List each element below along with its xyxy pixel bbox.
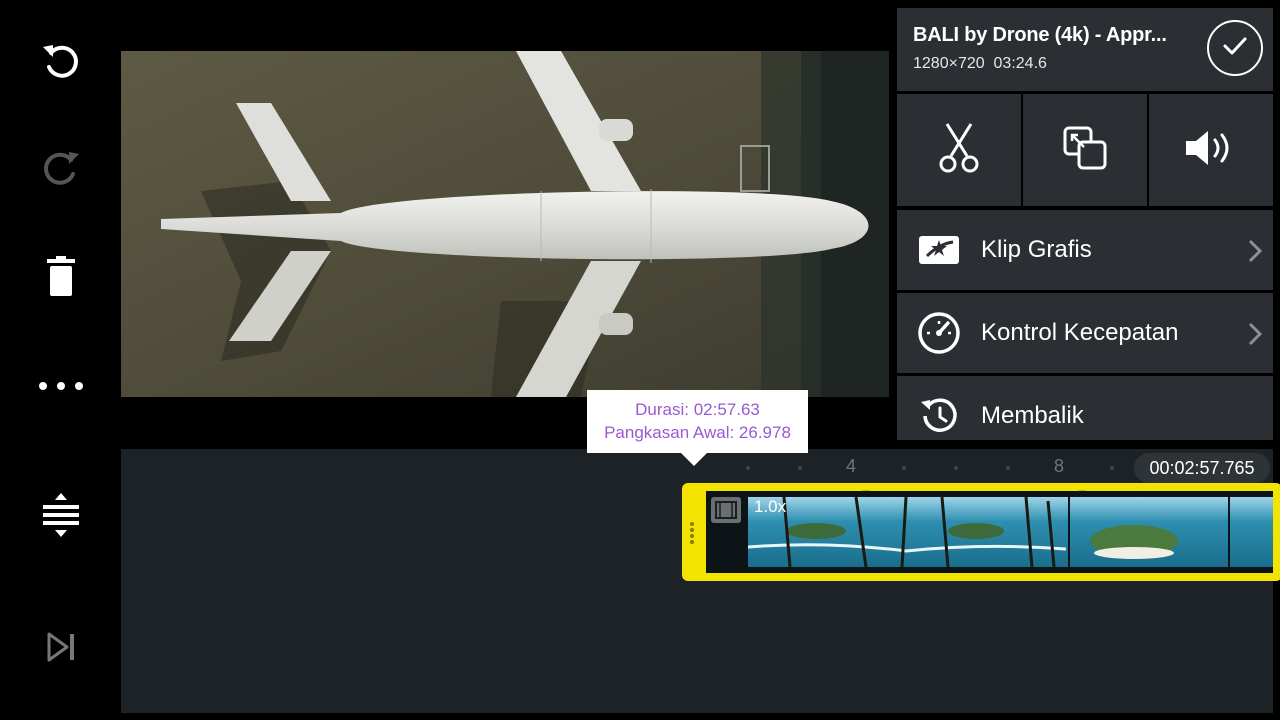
crop-button[interactable] bbox=[1023, 94, 1147, 206]
trim-tooltip: Durasi: 02:57.63 Pangkasan Awal: 26.978 bbox=[587, 390, 808, 453]
undo-icon bbox=[39, 39, 83, 83]
clip-graphics-icon bbox=[917, 228, 961, 272]
more-icon bbox=[38, 380, 84, 392]
ruler-tick bbox=[954, 466, 958, 470]
chevron-right-icon bbox=[1247, 238, 1263, 269]
ruler-tick bbox=[1110, 466, 1114, 470]
menu-item-klip-grafis[interactable]: Klip Grafis bbox=[897, 210, 1273, 290]
skip-to-end-icon bbox=[46, 632, 76, 662]
video-frame[interactable] bbox=[121, 51, 889, 397]
skip-to-end-button[interactable] bbox=[20, 612, 102, 682]
menu-label-membalik: Membalik bbox=[981, 402, 1084, 429]
crop-icon bbox=[1062, 125, 1108, 176]
done-button[interactable] bbox=[1207, 20, 1263, 76]
tooltip-trim-start: Pangkasan Awal: 26.978 bbox=[604, 423, 791, 442]
reverse-icon bbox=[917, 394, 961, 438]
ruler-tick bbox=[902, 466, 906, 470]
timecode-badge: 00:02:57.765 bbox=[1134, 453, 1270, 483]
check-icon bbox=[1221, 32, 1249, 65]
ruler-tick bbox=[1006, 466, 1010, 470]
clip-resolution: 1280×720 bbox=[913, 55, 985, 72]
clip-speed-label: 1.0x bbox=[754, 497, 787, 516]
split-button[interactable] bbox=[897, 94, 1021, 206]
volume-button[interactable] bbox=[1149, 94, 1273, 206]
clip-title: BALI by Drone (4k) - Appr... bbox=[913, 24, 1167, 46]
chevron-right-icon bbox=[1247, 321, 1263, 352]
trim-handle-icon[interactable] bbox=[688, 521, 696, 550]
undo-button[interactable] bbox=[20, 26, 102, 96]
more-button[interactable] bbox=[20, 351, 102, 421]
expand-timeline-button[interactable] bbox=[20, 480, 102, 550]
clip-meta: 1280×720 03:24.6 bbox=[913, 55, 1047, 73]
volume-icon bbox=[1184, 128, 1238, 173]
clip-thumbnail-strip bbox=[706, 491, 1273, 573]
ruler-tick bbox=[746, 466, 750, 470]
delete-button[interactable] bbox=[20, 242, 102, 312]
clip-thumbnails: 1.0x bbox=[706, 491, 1273, 573]
video-frame-image bbox=[121, 51, 889, 397]
speedometer-icon bbox=[917, 311, 961, 355]
tooltip-duration: Durasi: 02:57.63 bbox=[635, 400, 760, 419]
menu-label-klip-grafis: Klip Grafis bbox=[981, 236, 1092, 263]
ruler-label-8: 8 bbox=[1054, 456, 1065, 476]
tooltip-pointer bbox=[680, 452, 708, 466]
clip-edit-panel: BALI by Drone (4k) - Appr... 1280×720 03… bbox=[897, 8, 1273, 440]
menu-item-membalik[interactable]: Membalik bbox=[897, 376, 1273, 440]
menu-item-kontrol-kecepatan[interactable]: Kontrol Kecepatan bbox=[897, 293, 1273, 373]
redo-button[interactable] bbox=[20, 133, 102, 203]
clip-duration: 03:24.6 bbox=[993, 55, 1047, 72]
scissors-icon bbox=[937, 122, 981, 179]
trash-icon bbox=[41, 255, 81, 299]
expand-timeline-icon bbox=[41, 491, 81, 539]
menu-label-kontrol-kecepatan: Kontrol Kecepatan bbox=[981, 319, 1179, 346]
ruler-label-4: 4 bbox=[846, 456, 857, 476]
clip-info-header: BALI by Drone (4k) - Appr... 1280×720 03… bbox=[897, 8, 1273, 91]
ruler-tick bbox=[798, 466, 802, 470]
redo-icon bbox=[39, 146, 83, 190]
